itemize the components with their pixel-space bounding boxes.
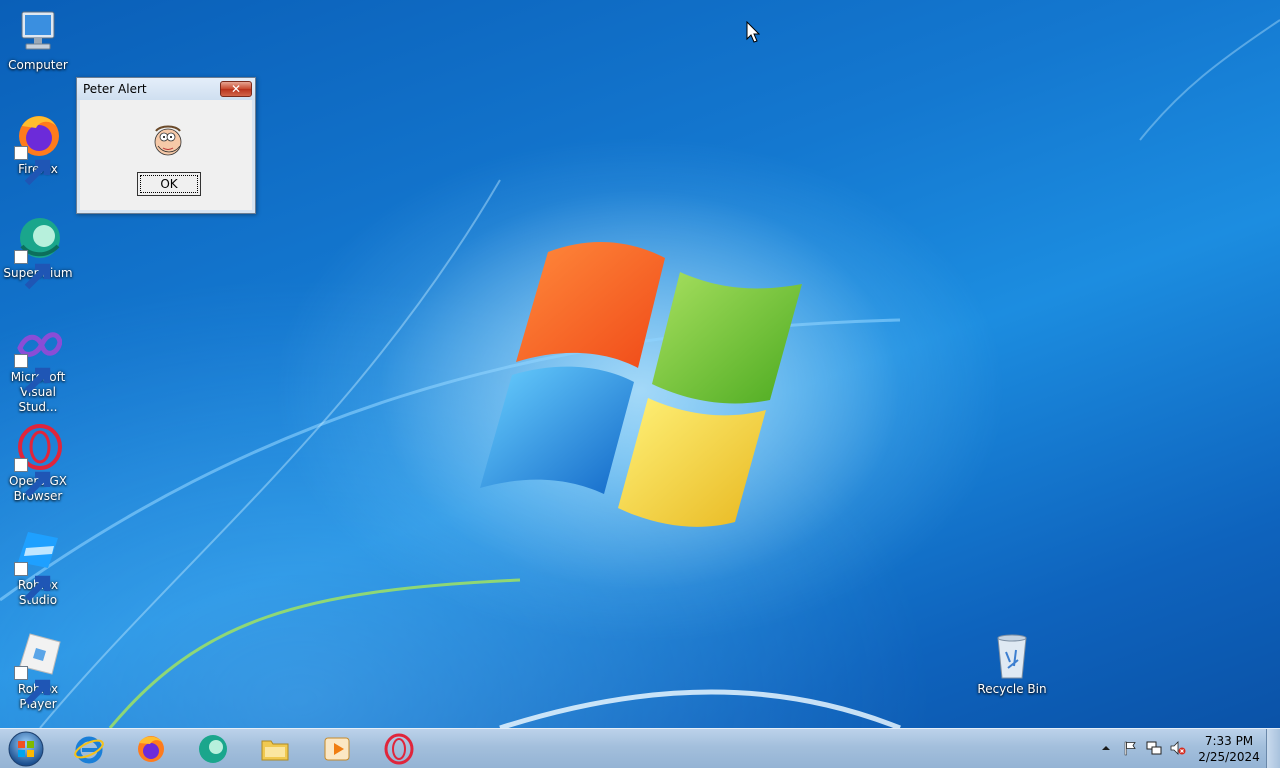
roblox-player-icon <box>14 632 62 706</box>
desktop-icon-recycle-bin[interactable]: Recycle Bin <box>974 632 1050 697</box>
shortcut-arrow-icon <box>14 562 51 602</box>
roblox-studio-icon <box>14 528 62 602</box>
shortcut-arrow-icon <box>14 666 51 706</box>
folder-icon <box>261 740 289 761</box>
firefox-icon <box>14 112 62 186</box>
peter-alert-dialog[interactable]: Peter Alert ✕ OK <box>76 77 256 214</box>
media-player-icon <box>324 737 350 761</box>
taskbar-supermium[interactable] <box>188 731 238 767</box>
taskbar: 7:33 PM 2/25/2024 <box>0 728 1280 768</box>
clock-date: 2/25/2024 <box>1198 750 1260 764</box>
show-desktop-button[interactable] <box>1266 729 1280 768</box>
shortcut-arrow-icon <box>14 250 51 290</box>
recycle-bin-icon <box>988 632 1036 680</box>
start-button[interactable] <box>6 730 46 768</box>
dialog-title: Peter Alert <box>83 82 147 96</box>
desktop-icon-visual-studio[interactable]: Microsoft Visual Stud... <box>0 320 76 415</box>
firefox-icon <box>138 736 164 762</box>
taskbar-internet-explorer[interactable] <box>64 731 114 767</box>
desktop-icon-roblox-studio[interactable]: Roblox Studio <box>0 528 76 608</box>
opera-gx-icon <box>384 733 414 765</box>
desktop-icon-label: Recycle Bin <box>977 682 1047 696</box>
action-center-flag-icon[interactable] <box>1122 740 1138 756</box>
shortcut-arrow-icon <box>14 458 51 498</box>
opera-gx-icon <box>14 424 62 498</box>
taskbar-opera-gx[interactable] <box>374 731 424 767</box>
desktop-icon-label: Computer <box>8 58 68 72</box>
dialog-body: OK <box>80 100 252 210</box>
shortcut-arrow-icon <box>14 146 51 186</box>
dialog-titlebar[interactable]: Peter Alert ✕ <box>77 78 255 100</box>
supermium-icon <box>14 216 62 290</box>
supermium-icon <box>199 735 227 763</box>
internet-explorer-icon <box>74 736 104 764</box>
clock-time: 7:33 PM <box>1204 734 1254 748</box>
visual-studio-icon <box>14 320 62 394</box>
desktop-icon-opera-gx[interactable]: Opera GX Browser <box>0 424 76 504</box>
taskbar-firefox[interactable] <box>126 731 176 767</box>
taskbar-file-explorer[interactable] <box>250 731 300 767</box>
peter-face-icon <box>150 122 186 158</box>
taskbar-media-player[interactable] <box>312 731 362 767</box>
network-icon[interactable] <box>1146 740 1162 756</box>
show-hidden-icons-icon[interactable] <box>1098 740 1114 756</box>
shortcut-arrow-icon <box>14 354 51 394</box>
volume-muted-icon[interactable] <box>1170 740 1186 756</box>
desktop-icon-firefox[interactable]: Firefox <box>0 112 76 186</box>
mouse-cursor-icon <box>746 21 760 43</box>
ok-button-label: OK <box>140 175 198 193</box>
close-button[interactable]: ✕ <box>220 81 252 97</box>
desktop-icon-supermium[interactable]: Supermium <box>0 216 76 290</box>
windows-orb-icon <box>8 731 44 767</box>
desktop-icon-computer[interactable]: Computer <box>0 8 76 73</box>
system-clock[interactable]: 7:33 PM 2/25/2024 <box>1196 733 1262 765</box>
ok-button[interactable]: OK <box>137 172 201 196</box>
computer-icon <box>14 8 62 56</box>
desktop-icon-roblox-player[interactable]: Roblox Player <box>0 632 76 712</box>
